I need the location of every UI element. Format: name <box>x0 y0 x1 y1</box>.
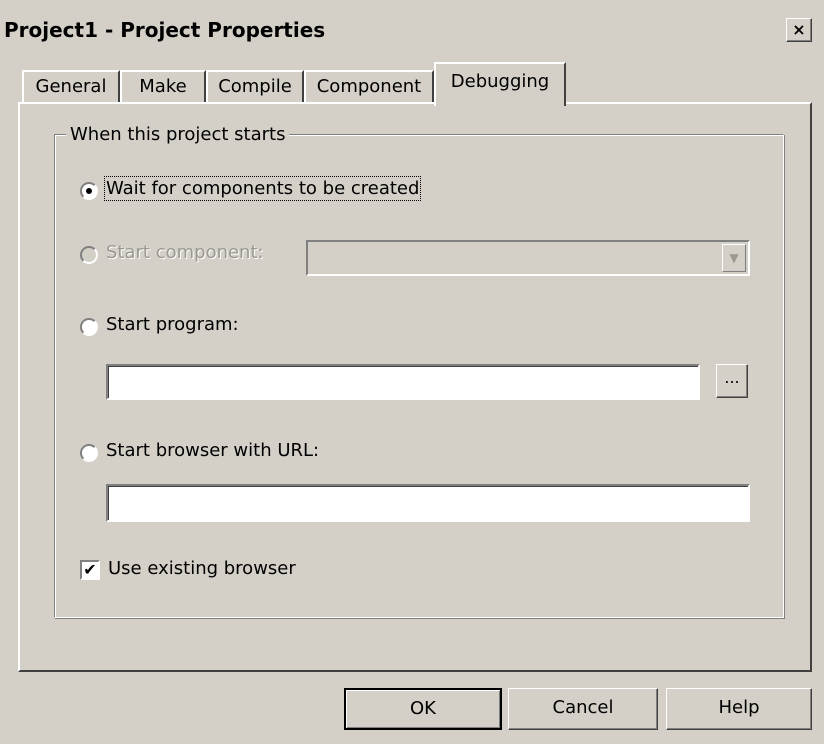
tab-compile[interactable]: Compile <box>206 70 304 104</box>
tab-label: Component <box>316 76 422 97</box>
radio-selected-dot <box>86 188 92 194</box>
close-icon: × <box>792 20 806 39</box>
start-component-radio[interactable] <box>80 246 98 264</box>
ok-button[interactable]: OK <box>344 688 502 730</box>
tab-label: Debugging <box>450 71 550 92</box>
browse-button[interactable]: ... <box>716 364 748 398</box>
start-browser-label: Start browser with URL: <box>106 440 320 461</box>
cancel-button[interactable]: Cancel <box>508 688 658 730</box>
tab-label: Compile <box>218 76 292 97</box>
dropdown-button[interactable]: ▼ <box>722 244 746 272</box>
tab-make[interactable]: Make <box>120 70 206 104</box>
debugging-tab-panel: When this project starts Wait for compon… <box>18 102 812 672</box>
tab-label: General <box>35 76 107 97</box>
chevron-down-icon: ▼ <box>729 251 739 265</box>
start-program-input[interactable] <box>106 364 700 400</box>
wait-for-components-label[interactable]: Wait for components to be created <box>103 176 422 201</box>
help-button[interactable]: Help <box>666 688 812 730</box>
start-component-combo[interactable]: ▼ <box>306 240 750 276</box>
tab-component[interactable]: Component <box>304 70 434 104</box>
project-properties-dialog: Project1 - Project Properties × General … <box>0 0 824 744</box>
use-existing-browser-checkbox[interactable]: ✔ <box>80 560 100 580</box>
close-button[interactable]: × <box>786 18 812 42</box>
wait-for-components-radio[interactable] <box>80 182 98 200</box>
start-browser-radio[interactable] <box>80 444 98 462</box>
group-box-label: When this project starts <box>66 124 290 145</box>
start-component-label: Start component: <box>106 242 264 263</box>
use-existing-browser-label: Use existing browser <box>108 558 296 579</box>
tab-debugging[interactable]: Debugging <box>434 62 566 106</box>
tab-general[interactable]: General <box>22 70 120 104</box>
tab-label: Make <box>139 76 187 97</box>
title-bar[interactable]: Project1 - Project Properties × <box>0 0 824 64</box>
checkmark-icon: ✔ <box>83 560 97 579</box>
url-input[interactable] <box>106 484 750 522</box>
window-title: Project1 - Project Properties <box>4 18 326 42</box>
start-program-radio[interactable] <box>80 318 98 336</box>
start-program-label: Start program: <box>106 314 239 335</box>
